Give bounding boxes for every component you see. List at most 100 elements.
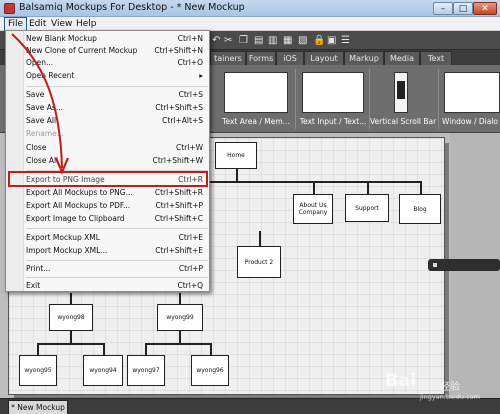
menu-item-save-all[interactable]: Save All Ctrl+Alt+S — [24, 115, 210, 127]
menu-item-label: Open... — [26, 58, 54, 67]
lock-icon[interactable]: 🔒 — [313, 35, 325, 46]
node-wyong95[interactable]: wyong95 — [19, 355, 57, 386]
menu-edit[interactable]: Edit — [26, 17, 49, 31]
menu-bar: File Edit View Help — [0, 17, 500, 31]
delete-icon[interactable]: ▥ — [268, 35, 277, 46]
menu-item-label: Export All Mockups to PDF... — [26, 201, 131, 210]
menu-item-close-all[interactable]: Close All Ctrl+Shift+W — [24, 155, 210, 167]
menu-item-label: Export Mockup XML — [26, 233, 100, 242]
menu-item-save-as[interactable]: Save As... Ctrl+Shift+S — [24, 102, 210, 114]
menu-item-export-xml[interactable]: Export Mockup XML Ctrl+E — [24, 232, 210, 244]
document-tab[interactable]: * New Mockup — [8, 400, 68, 414]
menu-item-export-all-png[interactable]: Export All Mockups to PNG... Ctrl+Shift+R — [24, 187, 210, 199]
menu-item-shortcut: Ctrl+Shift+W — [152, 156, 203, 165]
tab-text[interactable]: Text — [420, 51, 452, 65]
menu-item-shortcut: Ctrl+O — [177, 58, 203, 67]
node-wyong98[interactable]: wyong98 — [49, 304, 93, 331]
menu-item-shortcut: Ctrl+S — [178, 90, 203, 99]
menu-item-shortcut: Ctrl+Alt+S — [162, 116, 203, 125]
menu-item-close[interactable]: Close Ctrl+W — [24, 142, 210, 154]
maximize-button[interactable]: □ — [453, 2, 473, 15]
menu-item-rename: Rename... — [24, 128, 210, 140]
connector — [179, 293, 181, 304]
menu-item-export-all-pdf[interactable]: Export All Mockups to PDF... Ctrl+Shift+P — [24, 200, 210, 212]
node-support[interactable]: Support — [345, 194, 389, 222]
paste-icon[interactable]: ▤ — [254, 35, 263, 46]
node-about-us[interactable]: About Us Company — [293, 194, 333, 224]
menu-item-shortcut: Ctrl+E — [178, 233, 203, 242]
menu-item-shortcut: Ctrl+Shift+E — [155, 246, 203, 255]
divider — [438, 69, 439, 129]
menu-item-save[interactable]: Save Ctrl+S — [24, 89, 210, 101]
node-product-2[interactable]: Product 2 — [237, 246, 281, 278]
minimize-button[interactable]: – — [433, 2, 453, 15]
component-text-area[interactable]: Text Area / Mem... — [220, 69, 292, 129]
undo-icon[interactable]: ↶ — [212, 35, 220, 46]
menu-item-label: Open Recent — [26, 71, 75, 80]
menu-item-open-recent[interactable]: Open Recent ▸ — [24, 70, 210, 82]
menu-item-shortcut: Ctrl+Shift+R — [154, 188, 203, 197]
node-blog[interactable]: Blog — [399, 194, 441, 224]
menu-item-label: Save All — [26, 116, 57, 125]
menu-item-shortcut: Ctrl+Q — [177, 281, 203, 290]
connector — [37, 343, 104, 345]
menu-item-shortcut: Ctrl+W — [175, 143, 203, 152]
menu-item-shortcut: Ctrl+Shift+C — [154, 214, 203, 223]
connector — [259, 231, 261, 247]
menu-item-open[interactable]: Open... Ctrl+O — [24, 57, 210, 69]
copy-icon[interactable]: ❐ — [239, 35, 248, 46]
menu-item-new-blank-mockup[interactable]: New Blank Mockup Ctrl+N — [24, 33, 210, 45]
node-wyong99[interactable]: wyong99 — [157, 304, 203, 331]
floating-panel[interactable] — [428, 259, 500, 271]
component-label: Text Area / Mem... — [222, 117, 290, 126]
menu-view[interactable]: View — [48, 17, 75, 31]
menu-item-shortcut: Ctrl+Shift+N — [154, 46, 203, 55]
node-wyong94[interactable]: wyong94 — [83, 355, 123, 386]
tab-containers[interactable]: tainers — [210, 51, 246, 65]
node-wyong96[interactable]: wyong96 — [191, 355, 229, 386]
menu-item-export-clipboard[interactable]: Export Image to Clipboard Ctrl+Shift+C — [24, 213, 210, 225]
menu-item-shortcut: Ctrl+N — [177, 34, 203, 43]
connector — [179, 330, 181, 344]
divider — [295, 69, 296, 129]
menu-item-label: Close — [26, 143, 47, 152]
component-window-dialog[interactable]: Window / Dialo — [440, 69, 500, 129]
component-vertical-scroll-bar[interactable]: Vertical Scroll Bar — [370, 69, 436, 129]
menu-help[interactable]: Help — [73, 17, 100, 31]
node-wyong97[interactable]: wyong97 — [127, 355, 165, 386]
menu-item-shortcut: Ctrl+Shift+S — [155, 103, 203, 112]
component-thumbnail — [224, 72, 288, 113]
component-text-input[interactable]: Text Input / Text... — [298, 69, 368, 129]
watermark-suffix: 经验 — [440, 382, 460, 393]
menu-item-label: New Clone of Current Mockup — [26, 46, 138, 55]
menu-item-label: Close All — [26, 156, 59, 165]
connector — [145, 343, 147, 355]
menu-item-label: Export Image to Clipboard — [26, 214, 125, 223]
menu-item-label: New Blank Mockup — [26, 34, 97, 43]
menu-item-print[interactable]: Print... Ctrl+P — [24, 263, 210, 275]
tab-media[interactable]: Media — [384, 51, 420, 65]
close-button[interactable]: ✕ — [473, 2, 497, 15]
menu-item-label: Import Mockup XML... — [26, 246, 108, 255]
tab-markup[interactable]: Markup — [344, 51, 384, 65]
menu-separator — [26, 260, 208, 261]
tab-layout[interactable]: Layout — [304, 51, 344, 65]
connector — [420, 181, 422, 195]
app-icon — [4, 3, 15, 14]
menu-item-exit[interactable]: Exit Ctrl+Q — [24, 280, 210, 292]
arrange-icon[interactable]: ▣ — [327, 35, 336, 46]
connector — [70, 330, 72, 344]
menu-item-import-xml[interactable]: Import Mockup XML... Ctrl+Shift+E — [24, 245, 210, 257]
node-home[interactable]: Home — [215, 142, 257, 169]
align-icon[interactable]: ☰ — [341, 35, 350, 46]
menu-separator — [26, 228, 208, 229]
ungroup-icon[interactable]: ▧ — [298, 35, 307, 46]
menu-item-new-clone[interactable]: New Clone of Current Mockup Ctrl+Shift+N — [24, 45, 210, 57]
group-icon[interactable]: ▦ — [283, 35, 292, 46]
panel-handle-icon — [433, 263, 437, 267]
tab-forms[interactable]: Forms — [246, 51, 276, 65]
menu-file[interactable]: File — [4, 17, 28, 31]
watermark-url: jingyan.baidu.com — [420, 393, 480, 401]
tab-ios[interactable]: iOS — [276, 51, 304, 65]
cut-icon[interactable]: ✂ — [224, 35, 232, 46]
